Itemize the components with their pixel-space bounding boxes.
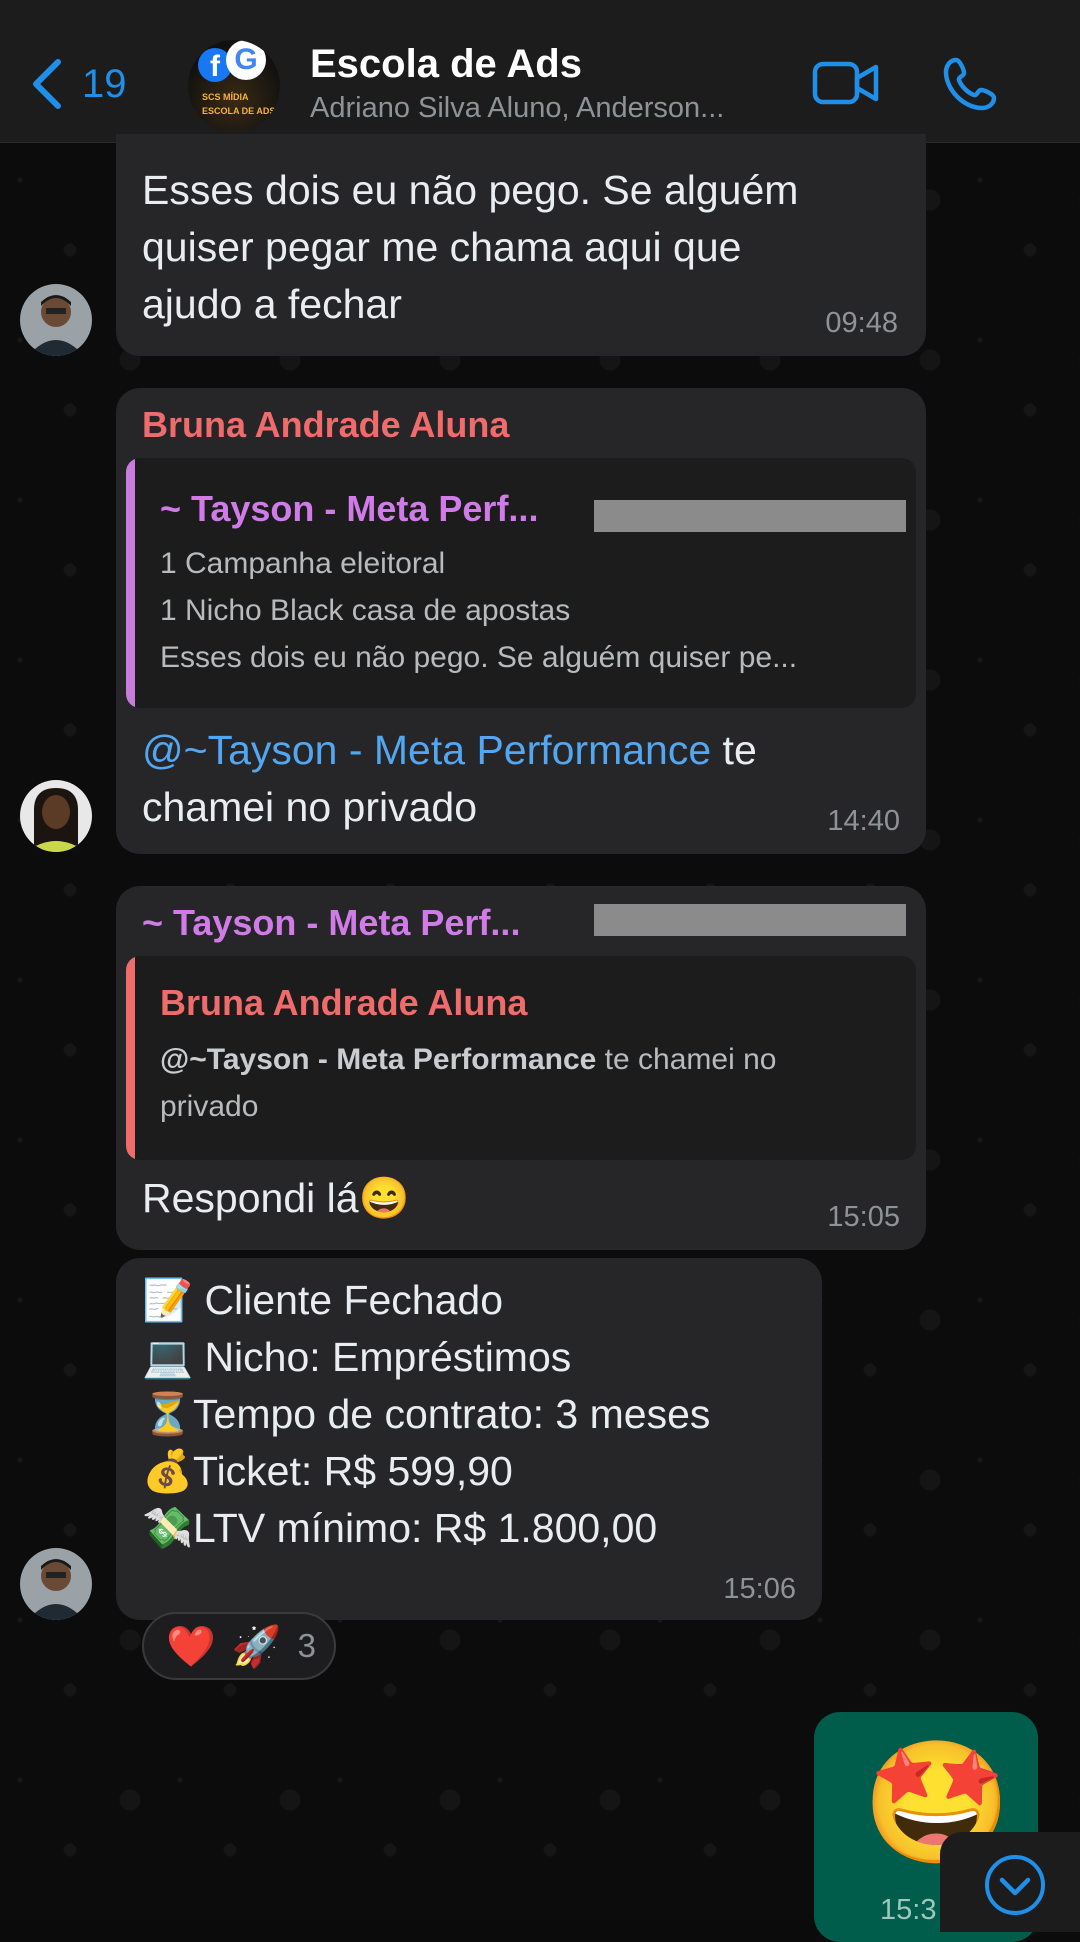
group-avatar[interactable]: f G SCS MÍDIA ESCOLA DE ADS — [188, 40, 280, 132]
message-line: Esses dois eu não pego. Se alguém — [142, 167, 799, 213]
mention-link[interactable]: @~Tayson - Meta Performance — [142, 727, 711, 773]
scroll-to-bottom-button[interactable] — [940, 1832, 1080, 1932]
quote-mention: @~Tayson - Meta Performance — [160, 1043, 597, 1076]
message-line: quiser pegar me chama aqui que — [142, 224, 742, 270]
chat-title[interactable]: Escola de Ads — [310, 42, 582, 87]
sender-name[interactable]: Bruna Andrade Aluna — [142, 404, 509, 446]
phone-icon[interactable] — [942, 56, 998, 112]
quote-text-line: 1 Nicho Black casa de apostas — [160, 594, 571, 627]
message-time: 14:40 — [827, 805, 900, 837]
message-line: 💸LTV mínimo: R$ 1.800,00 — [142, 1505, 658, 1551]
message-time: 15:05 — [827, 1201, 900, 1233]
message-time: 09:48 — [825, 307, 898, 339]
rocket-reaction: 🚀 — [231, 1624, 282, 1669]
message-bubble[interactable]: ~ Tayson - Meta Perf... Bruna Andrade Al… — [116, 886, 926, 1250]
sender-name[interactable]: ~ Tayson - Meta Perf... — [142, 902, 520, 944]
message-line: 📝 Cliente Fechado — [142, 1277, 504, 1323]
avatar-logo-text: SCS MÍDIA — [202, 92, 249, 102]
message-line: chamei no privado — [142, 784, 478, 830]
video-camera-icon[interactable] — [812, 58, 880, 108]
quoted-message[interactable]: Bruna Andrade Aluna @~Tayson - Meta Perf… — [126, 956, 916, 1160]
message-time: 15:06 — [723, 1573, 796, 1605]
message-text: te — [711, 727, 757, 773]
quote-text-line: privado — [160, 1090, 259, 1123]
google-logo-icon: G — [226, 40, 266, 80]
quoted-message[interactable]: ~ Tayson - Meta Perf... 1 Campanha eleit… — [126, 458, 916, 708]
chevron-down-icon — [985, 1855, 1045, 1915]
avatar-logo-text-2: ESCOLA DE ADS — [202, 106, 276, 116]
redacted-phone — [594, 500, 906, 532]
avatar[interactable] — [20, 284, 92, 356]
reaction-count: 3 — [297, 1627, 316, 1664]
avatar[interactable] — [20, 780, 92, 852]
quote-text-line: 1 Campanha eleitoral — [160, 547, 446, 580]
quote-text: te chamei no — [596, 1043, 777, 1076]
message-line: ajudo a fechar — [142, 281, 402, 327]
heart-reaction: ❤️ — [166, 1624, 216, 1669]
chat-header: 19 f G SCS MÍDIA ESCOLA DE ADS Escola de… — [0, 0, 1080, 143]
message-bubble[interactable]: Esses dois eu não pego. Se alguém quiser… — [116, 134, 926, 356]
unread-count: 19 — [82, 61, 127, 106]
quote-bar — [126, 458, 135, 708]
quote-text-line: Esses dois eu não pego. Se alguém quiser… — [160, 641, 798, 674]
message-line: ⏳Tempo de contrato: 3 meses — [142, 1391, 711, 1437]
message-line: 💰Ticket: R$ 599,90 — [142, 1448, 513, 1494]
redacted-phone — [594, 904, 906, 936]
message-text: Respondi lá😄 — [142, 1175, 410, 1221]
back-button[interactable]: 19 — [30, 58, 127, 110]
quote-bar — [126, 956, 135, 1160]
message-line: 💻 Nicho: Empréstimos — [142, 1334, 572, 1380]
quote-sender: Bruna Andrade Aluna — [160, 982, 528, 1023]
quote-sender: ~ Tayson - Meta Perf... — [160, 488, 539, 529]
reactions-pill[interactable]: ❤️ 🚀 3 — [142, 1612, 336, 1680]
avatar[interactable] — [20, 1548, 92, 1620]
message-bubble[interactable]: Bruna Andrade Aluna ~ Tayson - Meta Perf… — [116, 388, 926, 854]
chevron-left-icon — [33, 59, 61, 109]
chat-participants[interactable]: Adriano Silva Aluno, Anderson... — [310, 92, 724, 125]
message-time: 15:3 — [880, 1894, 937, 1926]
message-bubble[interactable]: 📝 Cliente Fechado 💻 Nicho: Empréstimos ⏳… — [116, 1258, 822, 1620]
